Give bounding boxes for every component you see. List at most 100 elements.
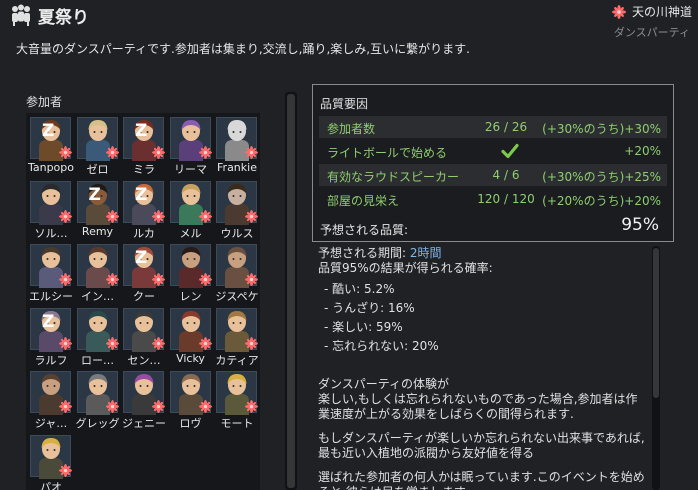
participant-slot[interactable]: モート	[214, 369, 260, 431]
participant-slot[interactable]: ソル…	[28, 179, 74, 241]
participants-scrollbar[interactable]	[285, 92, 297, 490]
participant-slot[interactable]: パオ	[28, 433, 74, 490]
faction-flower-icon	[59, 336, 72, 350]
faction-flower-icon	[198, 146, 212, 159]
quality-row-label: 有効なラウドスピーカー	[327, 170, 460, 184]
sleeping-warning: 選ばれた参加者の何人かは眠っています.このイベントを始めると,彼らは目を覚ましま…	[318, 470, 645, 490]
participant-name: ソル…	[34, 226, 68, 240]
participant-slot[interactable]: Z ルカ	[121, 179, 167, 241]
quality-row-bonus: (+30%のうち)+30%	[542, 122, 661, 136]
effect-line: ダンスパーティの体験が	[318, 377, 450, 391]
participant-slot[interactable]: カティア	[214, 306, 260, 368]
probability-heading: 品質95%の結果が得られる確率:	[318, 261, 493, 275]
faction-flower-icon	[245, 273, 258, 286]
participant-name: エルシー	[29, 290, 73, 303]
faction-label[interactable]: 天の川神道	[611, 3, 692, 20]
outcome-item: - うんざり: 16%	[324, 301, 415, 315]
participant-slot[interactable]: ゼロ	[75, 115, 121, 177]
participant-slot[interactable]: ウルス	[214, 179, 260, 241]
quality-row: 参加者数 26 / 26 (+30%のうち)+30%	[319, 116, 667, 138]
faction-flower-icon	[152, 209, 165, 223]
participant-slot[interactable]: メル	[168, 179, 214, 241]
participant-slot[interactable]: Z Tanpopo	[28, 115, 74, 177]
participant-name: Vicky	[176, 351, 205, 365]
participant-slot[interactable]: ジスペケ	[214, 242, 260, 304]
ritual-description: 大音量のダンスパーティです.参加者は集まり,交流し,踊り,楽しみ,互いに繋がりま…	[16, 42, 470, 56]
participant-slot[interactable]: Vicky	[168, 306, 214, 368]
participants-scroll-thumb[interactable]	[287, 94, 295, 488]
header: 夏祭り 天の川神道 ダンスパーティ	[0, 0, 698, 40]
ritual-type: ダンスパーティ	[613, 26, 690, 39]
faction-flower-icon	[198, 209, 212, 223]
faction-flower-icon	[245, 400, 258, 413]
quality-row-bonus: (+30%のうち)+25%	[542, 170, 661, 184]
faction-flower-icon	[198, 336, 212, 350]
quality-factors-panel: 品質要因 参加者数 26 / 26 (+30%のうち)+30% ライトボールで始…	[312, 84, 674, 242]
faction-flower-icon	[198, 400, 212, 413]
effect-line: もしダンスパーティが楽しいか忘れられない出来事であれば,最も近い入植地の派閥から…	[318, 431, 645, 460]
participant-slot[interactable]: ロヴ	[168, 369, 214, 431]
participant-name: ミラ	[133, 163, 155, 176]
faction-flower-icon	[105, 146, 119, 159]
participant-slot[interactable]: リーマ	[168, 115, 214, 177]
quality-row-label: ライトボールで始める	[327, 146, 448, 160]
participant-name: カティア	[215, 353, 259, 367]
faction-flower-icon	[152, 273, 165, 286]
faction-flower-icon	[245, 146, 258, 159]
expected-duration-label: 予想される期間:	[318, 246, 410, 260]
participant-slot[interactable]: セン…	[121, 306, 167, 368]
participant-slot[interactable]: ジェニー	[121, 369, 167, 431]
details-scrollbar[interactable]	[652, 246, 660, 490]
participant-name: ジスペケ	[215, 290, 259, 303]
participant-name: リーマ	[174, 163, 207, 176]
participant-slot[interactable]: Z ミラ	[121, 115, 167, 177]
expected-quality-value: 95%	[621, 215, 659, 235]
participant-name: ラルフ	[34, 353, 68, 367]
faction-flower-icon	[59, 209, 72, 223]
faction-flower-icon	[245, 209, 258, 223]
outcome-item: - 酷い: 5.2%	[324, 282, 395, 296]
participant-name: ジェニー	[122, 417, 166, 430]
party-icon	[12, 4, 30, 26]
expected-duration: 予想される期間: 2時間	[318, 246, 648, 261]
faction-flower-icon	[59, 463, 72, 477]
participant-name: ロー…	[81, 353, 114, 367]
participant-slot[interactable]: イン…	[75, 242, 121, 304]
details-scroll-thumb[interactable]	[653, 248, 659, 398]
faction-flower-icon	[152, 146, 165, 159]
participant-name: Frankie	[217, 161, 257, 174]
sleep-z-icon: Z	[42, 121, 55, 141]
participant-name: セン…	[127, 353, 161, 367]
participant-name: ウルス	[220, 226, 254, 240]
quality-row-label: 参加者数	[327, 122, 376, 136]
faction-flower-icon	[105, 209, 119, 223]
expected-duration-value: 2時間	[409, 246, 442, 260]
participants-grid: Z Tanpopo ゼロ Z ミラ リーマ Frankie ソル… Z Remy Z ルカ メル ウルスエ…	[26, 113, 260, 490]
faction-flower-icon	[611, 4, 626, 19]
participant-slot[interactable]: Z ラルフ	[28, 306, 74, 368]
participant-slot[interactable]: Z クー	[121, 242, 167, 304]
participant-name: ゼロ	[86, 163, 109, 176]
quality-row-label: 部屋の見栄え	[327, 194, 400, 208]
page-title: 夏祭り	[38, 8, 89, 28]
participant-slot[interactable]: ジャ…	[28, 369, 74, 431]
participant-slot[interactable]: レン	[168, 242, 214, 304]
participant-slot[interactable]: エルシー	[28, 242, 74, 304]
participant-slot[interactable]: Z Remy	[75, 179, 121, 241]
participant-name: モート	[220, 417, 254, 430]
faction-flower-icon	[105, 400, 119, 413]
quality-row: 部屋の見栄え 120 / 120 (+20%のうち)+20%	[319, 188, 667, 210]
participant-name: レン	[179, 290, 202, 303]
faction-flower-icon	[59, 146, 72, 159]
participant-name: Remy	[81, 224, 114, 238]
participant-slot[interactable]: Frankie	[214, 115, 260, 177]
sleep-z-icon: Z	[135, 248, 148, 268]
participant-slot[interactable]: グレッグ	[75, 369, 121, 431]
faction-name: 天の川神道	[631, 5, 692, 19]
effect-description: ダンスパーティの体験が 楽しい,もしくは忘れられないものであった場合,参加者は作…	[318, 377, 648, 490]
participant-name: ルカ	[133, 226, 155, 240]
participant-slot[interactable]: ロー…	[75, 306, 121, 368]
participant-name: クー	[133, 290, 155, 303]
sleep-z-icon: Z	[42, 311, 55, 332]
faction-flower-icon	[152, 336, 165, 350]
